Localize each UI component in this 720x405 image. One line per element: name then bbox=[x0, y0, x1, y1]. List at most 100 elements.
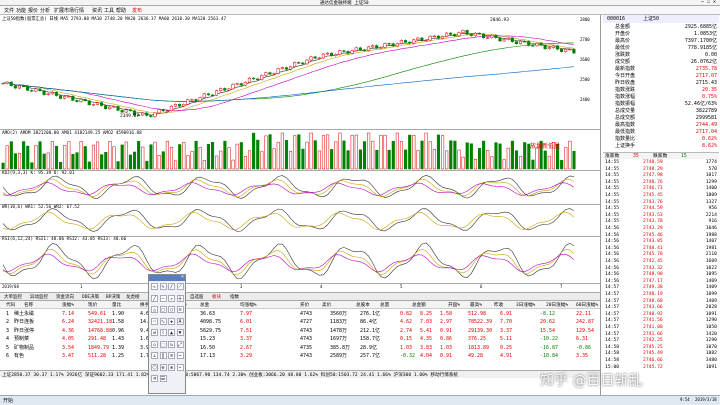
tick-row[interactable]: 14:56 2748.90 1095 bbox=[603, 272, 719, 278]
cursor-icon[interactable]: ↖ bbox=[151, 283, 158, 290]
parallel-icon[interactable]: ∥ bbox=[159, 352, 167, 359]
tick-row[interactable]: 14:58 2745.49 1082 bbox=[603, 351, 719, 357]
pencil-icon[interactable]: ✎ bbox=[159, 283, 167, 290]
circle-icon[interactable]: ◯ bbox=[168, 306, 175, 313]
tick-row[interactable]: 14:56 2743.85 1407 bbox=[603, 239, 719, 245]
diamond-icon[interactable]: ◇ bbox=[151, 340, 158, 348]
box-icon[interactable]: ⬚ bbox=[159, 340, 167, 348]
tab-bp[interactable]: BP决策 bbox=[106, 294, 120, 300]
table-row[interactable]: 3昨日涨停4.3614768.880.969.4778.545629.757.5… bbox=[0, 327, 600, 335]
tab-anomaly[interactable]: 异动监控 bbox=[30, 294, 48, 300]
fib-icon[interactable]: ≋ bbox=[168, 352, 175, 359]
tick-row[interactable]: 14:55 2744.59 956 bbox=[603, 206, 719, 212]
wave-icon[interactable]: ∿ bbox=[159, 317, 167, 325]
pane-divider[interactable] bbox=[0, 204, 600, 205]
table-row[interactable]: 6有色3.47511.281.251.7137.8817.133.2947432… bbox=[0, 352, 600, 360]
cut-icon[interactable]: ✂ bbox=[176, 363, 184, 371]
tick-row[interactable]: 14:55 2746.73 1400 bbox=[603, 186, 719, 192]
hline-icon[interactable]: — bbox=[159, 294, 167, 302]
tick-row[interactable]: 14:58 2746.66 3480 bbox=[603, 358, 719, 364]
menu-icon[interactable]: ☰ bbox=[159, 375, 167, 382]
column-header[interactable]: 买价 bbox=[300, 302, 309, 308]
column-header[interactable]: 涨幅% bbox=[62, 302, 74, 308]
resize-icon[interactable]: ⤢ bbox=[176, 340, 184, 348]
up-mark-icon[interactable]: ▲ bbox=[168, 329, 175, 336]
tab-dragon[interactable]: 龙虎榜 bbox=[126, 294, 140, 300]
menu-file[interactable]: 文件 bbox=[4, 7, 14, 14]
column-header[interactable]: 总金额 bbox=[412, 302, 426, 308]
perp-icon[interactable]: ⊥ bbox=[151, 352, 158, 359]
column-header[interactable]: 开盘% bbox=[448, 302, 460, 308]
rotate-icon[interactable]: ↻ bbox=[168, 340, 175, 348]
tick-row[interactable]: 14:55 2743.78 916 bbox=[603, 219, 719, 225]
column-header[interactable]: 现价 bbox=[88, 302, 97, 308]
table-row[interactable]: 2昨日连板6.2432421.181.5814.0067.154098.756.… bbox=[0, 318, 600, 326]
column-header[interactable]: 60日涨幅% bbox=[576, 302, 598, 308]
column-header[interactable]: 总股本 bbox=[356, 302, 370, 308]
menu-quote[interactable]: 报价 bbox=[28, 7, 38, 14]
chart-canvas[interactable] bbox=[0, 15, 600, 290]
menu-analysis[interactable]: 分析 bbox=[40, 7, 50, 14]
arrow-icon[interactable]: ↗ bbox=[168, 294, 175, 302]
line-icon[interactable]: / bbox=[168, 283, 175, 290]
pane-divider[interactable] bbox=[0, 129, 600, 130]
tick-row[interactable]: 14:56 2743.29 1046 bbox=[603, 226, 719, 232]
ray-icon[interactable]: ⟋ bbox=[176, 283, 184, 290]
tick-row[interactable]: 14:57 2741.08 1050 bbox=[603, 325, 719, 331]
close-icon[interactable]: × bbox=[181, 274, 184, 280]
tab-sector[interactable]: 板块 bbox=[212, 294, 221, 300]
arc-icon[interactable]: ⌒ bbox=[151, 317, 158, 325]
hex-icon[interactable]: ⬡ bbox=[151, 363, 158, 371]
tick-row[interactable]: 14:57 2743.66 2028 bbox=[603, 305, 719, 311]
column-header[interactable]: 总金 bbox=[200, 302, 209, 308]
vline-icon[interactable]: ⌇ bbox=[159, 329, 167, 336]
dots-icon[interactable]: ⋯ bbox=[176, 352, 184, 359]
tick-row[interactable]: 14:55 2748.59 1774 bbox=[603, 160, 719, 166]
window-controls[interactable]: — ☐ ✕ bbox=[701, 0, 716, 5]
column-header[interactable]: 最高% bbox=[470, 302, 482, 308]
menu-release[interactable]: 发布 bbox=[132, 7, 142, 14]
menu-tools[interactable]: 工具 bbox=[104, 7, 114, 14]
tick-row[interactable]: 14:57 2749.38 1409 bbox=[603, 285, 719, 291]
tick-row[interactable]: 14:57 2741.56 1290 bbox=[603, 318, 719, 324]
zoom-in-icon[interactable]: ⊕ bbox=[159, 363, 167, 371]
segment-icon[interactable]: ╱ bbox=[151, 294, 158, 302]
tick-row[interactable]: 14:57 2742.25 1290 bbox=[603, 338, 719, 344]
tick-row[interactable]: 14:55 2745.45 1009 bbox=[603, 193, 719, 199]
swap-icon[interactable]: ⇄ bbox=[151, 329, 158, 336]
tick-row[interactable]: 14:57 2748.19 1099 bbox=[603, 292, 719, 298]
drawing-toolbox[interactable]: × ↖ ✎ / ⟋ ╱ — ↗ ┼ △ □ ◯ ≡ ⌒ ∿ ✚ A ⇄ ⌇ ▲ ▼ ◇ ⬚ ↻ ⤢ ⊥ ∥ ≋ ⋯ ⬡ ⊕ ⊗ ✂ ⌫ ☰ bbox=[148, 274, 186, 394]
table-row[interactable]: 4预制菜4.05291.481.431.6825.3615.233.374743… bbox=[0, 335, 600, 343]
tab-dde[interactable]: DDE决策 bbox=[82, 294, 99, 300]
pane-divider[interactable] bbox=[0, 170, 600, 171]
zoom-out-icon[interactable]: ⊗ bbox=[168, 363, 175, 371]
tick-row[interactable]: 14:56 2745.78 2110 bbox=[603, 252, 719, 258]
start-button[interactable]: 开始 bbox=[3, 397, 13, 404]
menu-help[interactable]: 帮助 bbox=[116, 7, 126, 14]
tab-big-order[interactable]: 大单监控 bbox=[4, 294, 22, 300]
toolbox-titlebar[interactable]: × bbox=[149, 274, 185, 281]
plus-icon[interactable]: ✚ bbox=[168, 317, 175, 325]
column-header[interactable]: 量比 bbox=[112, 302, 121, 308]
column-header[interactable]: 卖价 bbox=[322, 302, 331, 308]
delete-icon[interactable]: ⌫ bbox=[151, 375, 158, 382]
column-header[interactable]: 3日涨幅% bbox=[516, 302, 535, 308]
column-header[interactable]: 代码 bbox=[6, 302, 15, 308]
cross-icon[interactable]: ┼ bbox=[176, 294, 184, 302]
rect-icon[interactable]: □ bbox=[159, 306, 167, 313]
tab-index[interactable]: 指数 bbox=[230, 294, 239, 300]
tab-fund-flow[interactable]: 资金流向 bbox=[56, 294, 74, 300]
tick-row[interactable]: 14:56 2742.45 1609 bbox=[603, 259, 719, 265]
menu-function[interactable]: 功能 bbox=[16, 7, 26, 14]
column-header[interactable]: 20日涨幅% bbox=[546, 302, 568, 308]
column-header[interactable]: 名称 bbox=[24, 302, 33, 308]
tab-watchlist[interactable]: 自选股 bbox=[190, 294, 204, 300]
table-row[interactable]: 1稀土永磁7.14549.611.904.6536.8536.637.97474… bbox=[0, 310, 600, 318]
menu-news[interactable]: 资讯 bbox=[92, 7, 102, 14]
chart-area[interactable]: 上证50指数(股票汇总) 日线 MA5 2793.08 MA10 2748.20… bbox=[0, 15, 600, 290]
column-header[interactable]: 总量 bbox=[380, 302, 389, 308]
column-header[interactable]: 均涨幅% bbox=[240, 302, 257, 308]
text-icon[interactable]: A bbox=[176, 317, 184, 325]
tick-row[interactable]: 14:55 2747.98 1017 bbox=[603, 173, 719, 179]
down-mark-icon[interactable]: ▼ bbox=[176, 329, 184, 336]
